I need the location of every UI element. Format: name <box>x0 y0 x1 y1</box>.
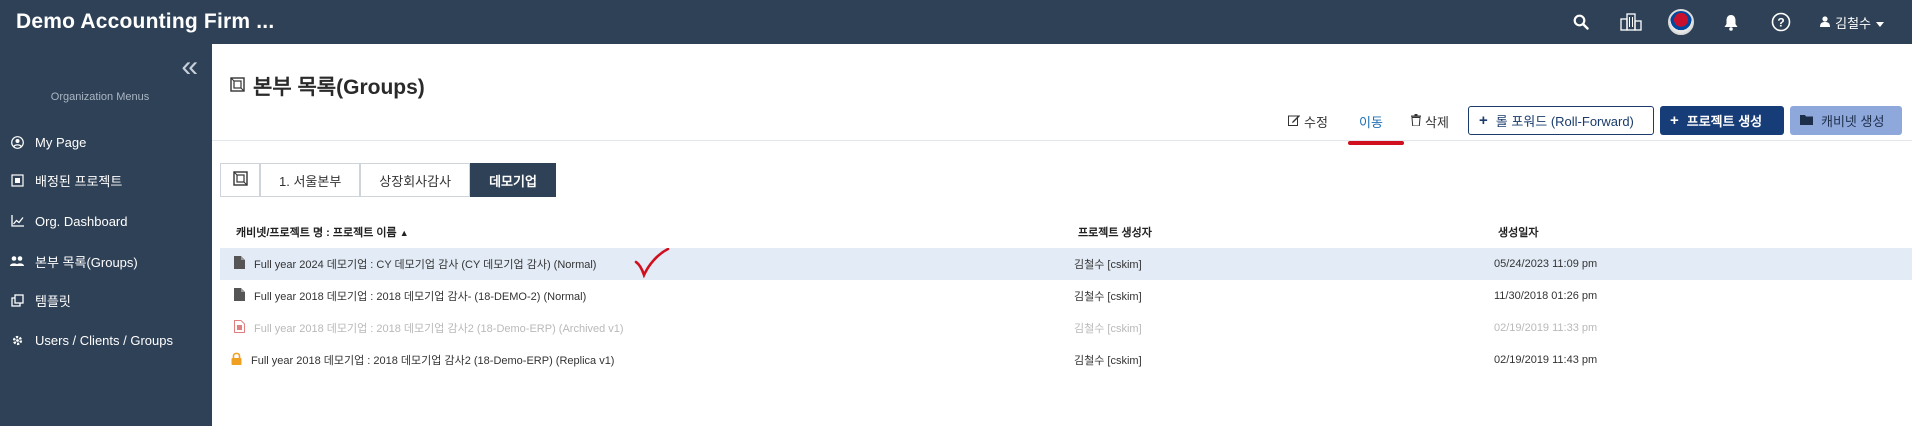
top-bar: Demo Accounting Firm ... ? 김철수 <box>0 0 1912 44</box>
column-header-name[interactable]: 캐비넷/프로젝트 명 : 프로젝트 이름 ▲ <box>236 224 409 240</box>
sidebar-item-users-clients-groups[interactable]: Users / Clients / Groups <box>10 330 173 350</box>
sidebar-item-my-page[interactable]: My Page <box>10 132 86 152</box>
project-created-date: 11/30/2018 01:26 pm <box>1494 290 1598 302</box>
file-icon <box>234 256 245 272</box>
language-flag-icon[interactable] <box>1656 0 1706 44</box>
page-title: 본부 목록(Groups) <box>230 71 425 101</box>
bell-icon[interactable] <box>1706 0 1756 44</box>
project-name: Full year 2018 데모기업 : 2018 데모기업 감사2 (18-… <box>254 323 624 335</box>
help-icon[interactable]: ? <box>1756 0 1806 44</box>
project-creator: 김철수 [cskim] <box>1074 355 1142 367</box>
collapse-sidebar-icon[interactable]: « <box>181 52 198 82</box>
column-header-created-date[interactable]: 생성일자 <box>1498 224 1538 240</box>
groups-icon <box>232 171 248 189</box>
main-content: 본부 목록(Groups) 수정 이동 삭제 + 롤 포워드 (Roll-For… <box>212 44 1912 426</box>
project-creator: 김철수 [cskim] <box>1074 323 1142 335</box>
project-name: Full year 2024 데모기업 : CY 데모기업 감사 (CY 데모기… <box>254 259 597 271</box>
table-row[interactable]: Full year 2018 데모기업 : 2018 데모기업 감사2 (18-… <box>220 344 1912 376</box>
column-header-creator[interactable]: 프로젝트 생성자 <box>1078 224 1152 240</box>
project-name: Full year 2018 데모기업 : 2018 데모기업 감사2 (18-… <box>251 355 615 367</box>
breadcrumb-item[interactable]: 상장회사감사 <box>360 163 471 197</box>
user-circle-icon <box>10 135 24 149</box>
create-project-button[interactable]: + 프로젝트 생성 <box>1660 106 1784 135</box>
svg-text:?: ? <box>1777 16 1784 30</box>
sidebar: « Organization Menus My Page 배정된 프로젝트 Or… <box>0 44 212 426</box>
project-creator: 김철수 [cskim] <box>1074 291 1142 303</box>
building-icon[interactable] <box>1606 0 1656 44</box>
delete-button[interactable]: 삭제 <box>1411 112 1449 131</box>
lock-icon <box>231 352 242 368</box>
sidebar-item-assigned-projects[interactable]: 배정된 프로젝트 <box>10 170 122 190</box>
sidebar-item-label: 템플릿 <box>35 293 71 309</box>
sidebar-item-groups[interactable]: 본부 목록(Groups) <box>10 251 138 271</box>
edit-button[interactable]: 수정 <box>1288 112 1328 131</box>
user-icon <box>1820 15 1831 30</box>
header-icons: ? 김철수 <box>1556 0 1884 44</box>
table-row[interactable]: Full year 2018 데모기업 : 2018 데모기업 감사2 (18-… <box>220 312 1912 344</box>
sidebar-item-label: Org. Dashboard <box>35 213 128 229</box>
users-icon <box>10 254 24 268</box>
breadcrumb-home[interactable] <box>220 163 260 197</box>
project-created-date: 02/19/2019 11:33 pm <box>1494 322 1598 334</box>
table-row[interactable]: Full year 2024 데모기업 : CY 데모기업 감사 (CY 데모기… <box>220 247 1912 281</box>
sidebar-item-label: 본부 목록(Groups) <box>35 254 138 270</box>
breadcrumb-item-current[interactable]: 데모기업 <box>470 163 556 197</box>
archive-file-icon <box>234 320 245 336</box>
chart-icon <box>10 214 24 228</box>
folder-icon <box>1800 113 1813 128</box>
project-created-date: 02/19/2019 11:43 pm <box>1494 354 1598 366</box>
project-created-date: 05/24/2023 11:09 pm <box>1494 258 1598 270</box>
project-creator: 김철수 [cskim] <box>1074 259 1142 271</box>
roll-forward-button[interactable]: + 롤 포워드 (Roll-Forward) <box>1468 106 1654 135</box>
breadcrumb-item[interactable]: 1. 서울본부 <box>260 163 361 197</box>
gear-icon <box>10 333 24 347</box>
sidebar-item-templates[interactable]: 템플릿 <box>10 290 71 310</box>
move-button[interactable]: 이동 <box>1359 112 1383 131</box>
sidebar-item-label: Users / Clients / Groups <box>35 332 173 348</box>
sidebar-section-label: Organization Menus <box>50 91 150 103</box>
annotation-checkmark <box>634 247 670 281</box>
assigned-icon <box>10 173 24 187</box>
trash-icon <box>1411 114 1421 129</box>
plus-icon: + <box>1670 112 1679 129</box>
project-name: Full year 2018 데모기업 : 2018 데모기업 감사- (18-… <box>254 291 587 303</box>
search-icon[interactable] <box>1556 0 1606 44</box>
toolbar-divider <box>212 140 1912 141</box>
user-name: 김철수 <box>1835 15 1871 31</box>
brand-title[interactable]: Demo Accounting Firm ... <box>16 10 274 34</box>
caret-down-icon <box>1876 15 1884 30</box>
groups-icon <box>230 74 245 98</box>
breadcrumb: 1. 서울본부 상장회사감사 데모기업 <box>220 163 556 197</box>
page-title-text: 본부 목록(Groups) <box>253 76 425 99</box>
template-icon <box>10 293 24 307</box>
user-menu[interactable]: 김철수 <box>1820 13 1884 32</box>
annotation-underline <box>1348 141 1404 145</box>
table-row[interactable]: Full year 2018 데모기업 : 2018 데모기업 감사- (18-… <box>220 280 1912 312</box>
sort-asc-icon: ▲ <box>399 228 409 238</box>
edit-icon <box>1288 114 1300 129</box>
file-icon <box>234 288 245 304</box>
sidebar-item-label: 배정된 프로젝트 <box>35 173 123 189</box>
create-cabinet-button[interactable]: 캐비넷 생성 <box>1790 106 1902 135</box>
plus-icon: + <box>1479 112 1488 129</box>
sidebar-item-label: My Page <box>35 134 87 150</box>
sidebar-item-org-dashboard[interactable]: Org. Dashboard <box>10 211 128 231</box>
